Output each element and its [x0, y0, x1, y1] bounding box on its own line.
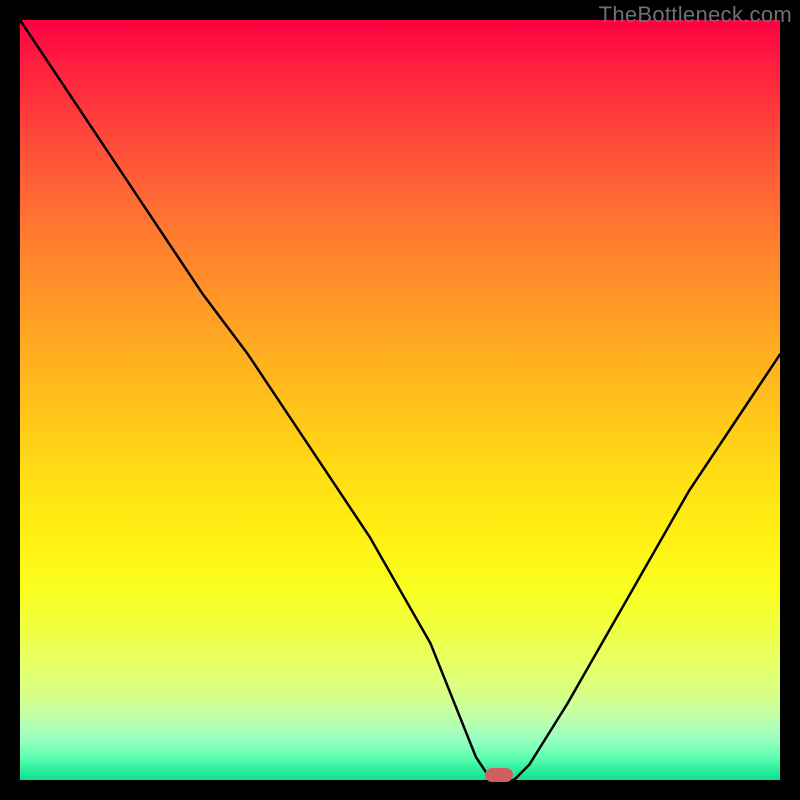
watermark-text: TheBottleneck.com: [599, 2, 792, 28]
chart-container: TheBottleneck.com: [0, 0, 800, 800]
bottleneck-curve: [20, 20, 780, 780]
optimal-point-marker: [485, 768, 513, 782]
